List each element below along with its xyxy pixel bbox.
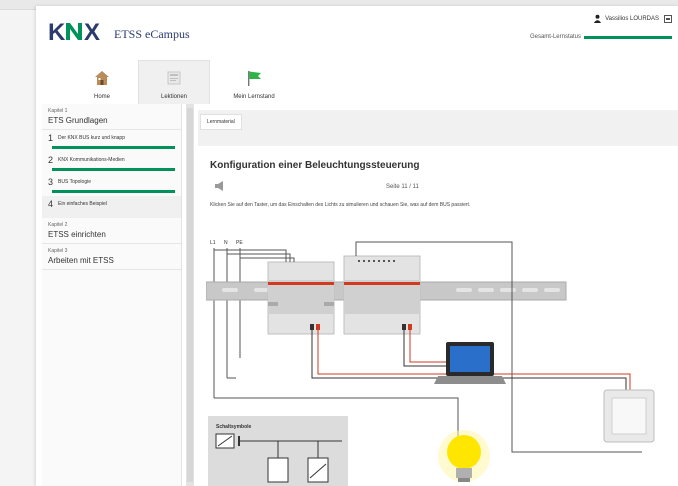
lesson-number: 4 [48, 199, 54, 209]
tab-lessons-label: Lektionen [160, 94, 188, 100]
home-icon [95, 71, 109, 85]
knx-logo-icon: K X [48, 19, 100, 44]
lesson-number: 3 [48, 177, 54, 187]
light-bulb-icon [438, 430, 490, 482]
lesson-progress-bar [52, 190, 175, 193]
symbols-title: Schaltsymbole [216, 424, 252, 430]
main-panel: Lernmaterial Konfiguration einer Beleuch… [198, 110, 678, 486]
status-label: Gesamt-Lernstatus [529, 34, 581, 40]
lesson-heading: Konfiguration einer Beleuchtungssteuerun… [210, 160, 420, 171]
laptop-icon [434, 342, 506, 384]
flag-icon [248, 71, 261, 86]
app-title: ETSS eCampus [114, 27, 190, 41]
lesson-content: Konfiguration einer Beleuchtungssteuerun… [198, 146, 678, 486]
chapter-title[interactable]: ETSS einrichten [42, 228, 181, 244]
lesson-number: 1 [48, 133, 54, 143]
tab-home-label: Home [93, 94, 110, 100]
logout-icon[interactable] [664, 14, 672, 23]
chapter-title[interactable]: Arbeiten mit ETSS [42, 254, 181, 270]
tab-learning-material[interactable]: Lernmaterial [200, 114, 242, 130]
chapter-label: Kapitel 3 [48, 248, 68, 254]
status-progress-bar [584, 35, 672, 39]
conductor-label-n: N [224, 240, 228, 246]
lesson-progress-bar [52, 168, 175, 171]
lesson-title: Ein einfaches Beispiel [58, 201, 107, 207]
header: K X ETSS eCampus Vassilios LOURDAS Gesam… [36, 6, 678, 54]
overall-status: Gesamt-Lernstatus [530, 34, 672, 40]
lessons-icon [167, 71, 181, 85]
svg-text:X: X [84, 19, 100, 44]
user-icon [593, 14, 602, 23]
logo[interactable]: K X ETSS eCampus [48, 18, 190, 44]
tab-my-progress[interactable]: Mein Lernstand [218, 60, 290, 104]
chapter-3: Kapitel 3 Arbeiten mit ETSS [42, 244, 181, 270]
scrollbar-thumb[interactable] [187, 108, 193, 482]
power-supply-device [267, 261, 335, 335]
instruction-text: Klicken Sie auf den Taster, um das Einsc… [210, 202, 471, 208]
chapter-title[interactable]: ETS Grundlagen [42, 114, 181, 130]
user-name: Vassilios LOURDAS [605, 15, 659, 22]
sidebar: Kapitel 1 ETS Grundlagen 1 Der KNX BUS k… [42, 104, 182, 486]
lesson-item-1[interactable]: 1 Der KNX BUS kurz und knapp [42, 130, 181, 152]
conductor-label-l1: L1 [210, 240, 216, 246]
speaker-icon[interactable] [214, 180, 226, 192]
chapter-label: Kapitel 1 [48, 108, 68, 114]
user-menu[interactable]: Vassilios LOURDAS [593, 14, 672, 23]
lesson-item-2[interactable]: 2 KNX Kommunikations-Medien [42, 152, 181, 174]
sidebar-scrollbar[interactable] [186, 104, 194, 486]
lesson-title: BUS Topologie [58, 179, 91, 185]
svg-text:K: K [48, 19, 66, 44]
conductor-label-pe: PE [236, 240, 243, 246]
switching-symbols-panel: Schaltsymbole [208, 416, 348, 486]
tab-my-progress-label: Mein Lernstand [233, 94, 275, 100]
lesson-title: KNX Kommunikations-Medien [58, 157, 125, 163]
lesson-item-3[interactable]: 3 BUS Topologie [42, 174, 181, 196]
page-indicator: Seite 11 / 11 [386, 184, 419, 190]
switch-actuator-device [343, 255, 421, 335]
lesson-number: 2 [48, 155, 54, 165]
app-window: K X ETSS eCampus Vassilios LOURDAS Gesam… [36, 6, 678, 486]
lesson-title: Der KNX BUS kurz und knapp [58, 135, 125, 141]
chapter-2: Kapitel 2 ETSS einrichten [42, 218, 181, 244]
wall-switch-button [603, 389, 655, 443]
wiring-diagram: L1 N PE Schaltsymbole [206, 240, 655, 486]
tab-lessons[interactable]: Lektionen [138, 60, 210, 104]
chapter-label: Kapitel 2 [48, 222, 68, 228]
tab-home[interactable]: Home [66, 60, 138, 104]
lesson-progress-bar [52, 146, 175, 149]
lesson-item-4[interactable]: 4 Ein einfaches Beispiel [42, 196, 181, 218]
main-nav: Home Lektionen Mein Lernstand [66, 60, 290, 106]
chapter-1: Kapitel 1 ETS Grundlagen 1 Der KNX BUS k… [42, 104, 181, 218]
